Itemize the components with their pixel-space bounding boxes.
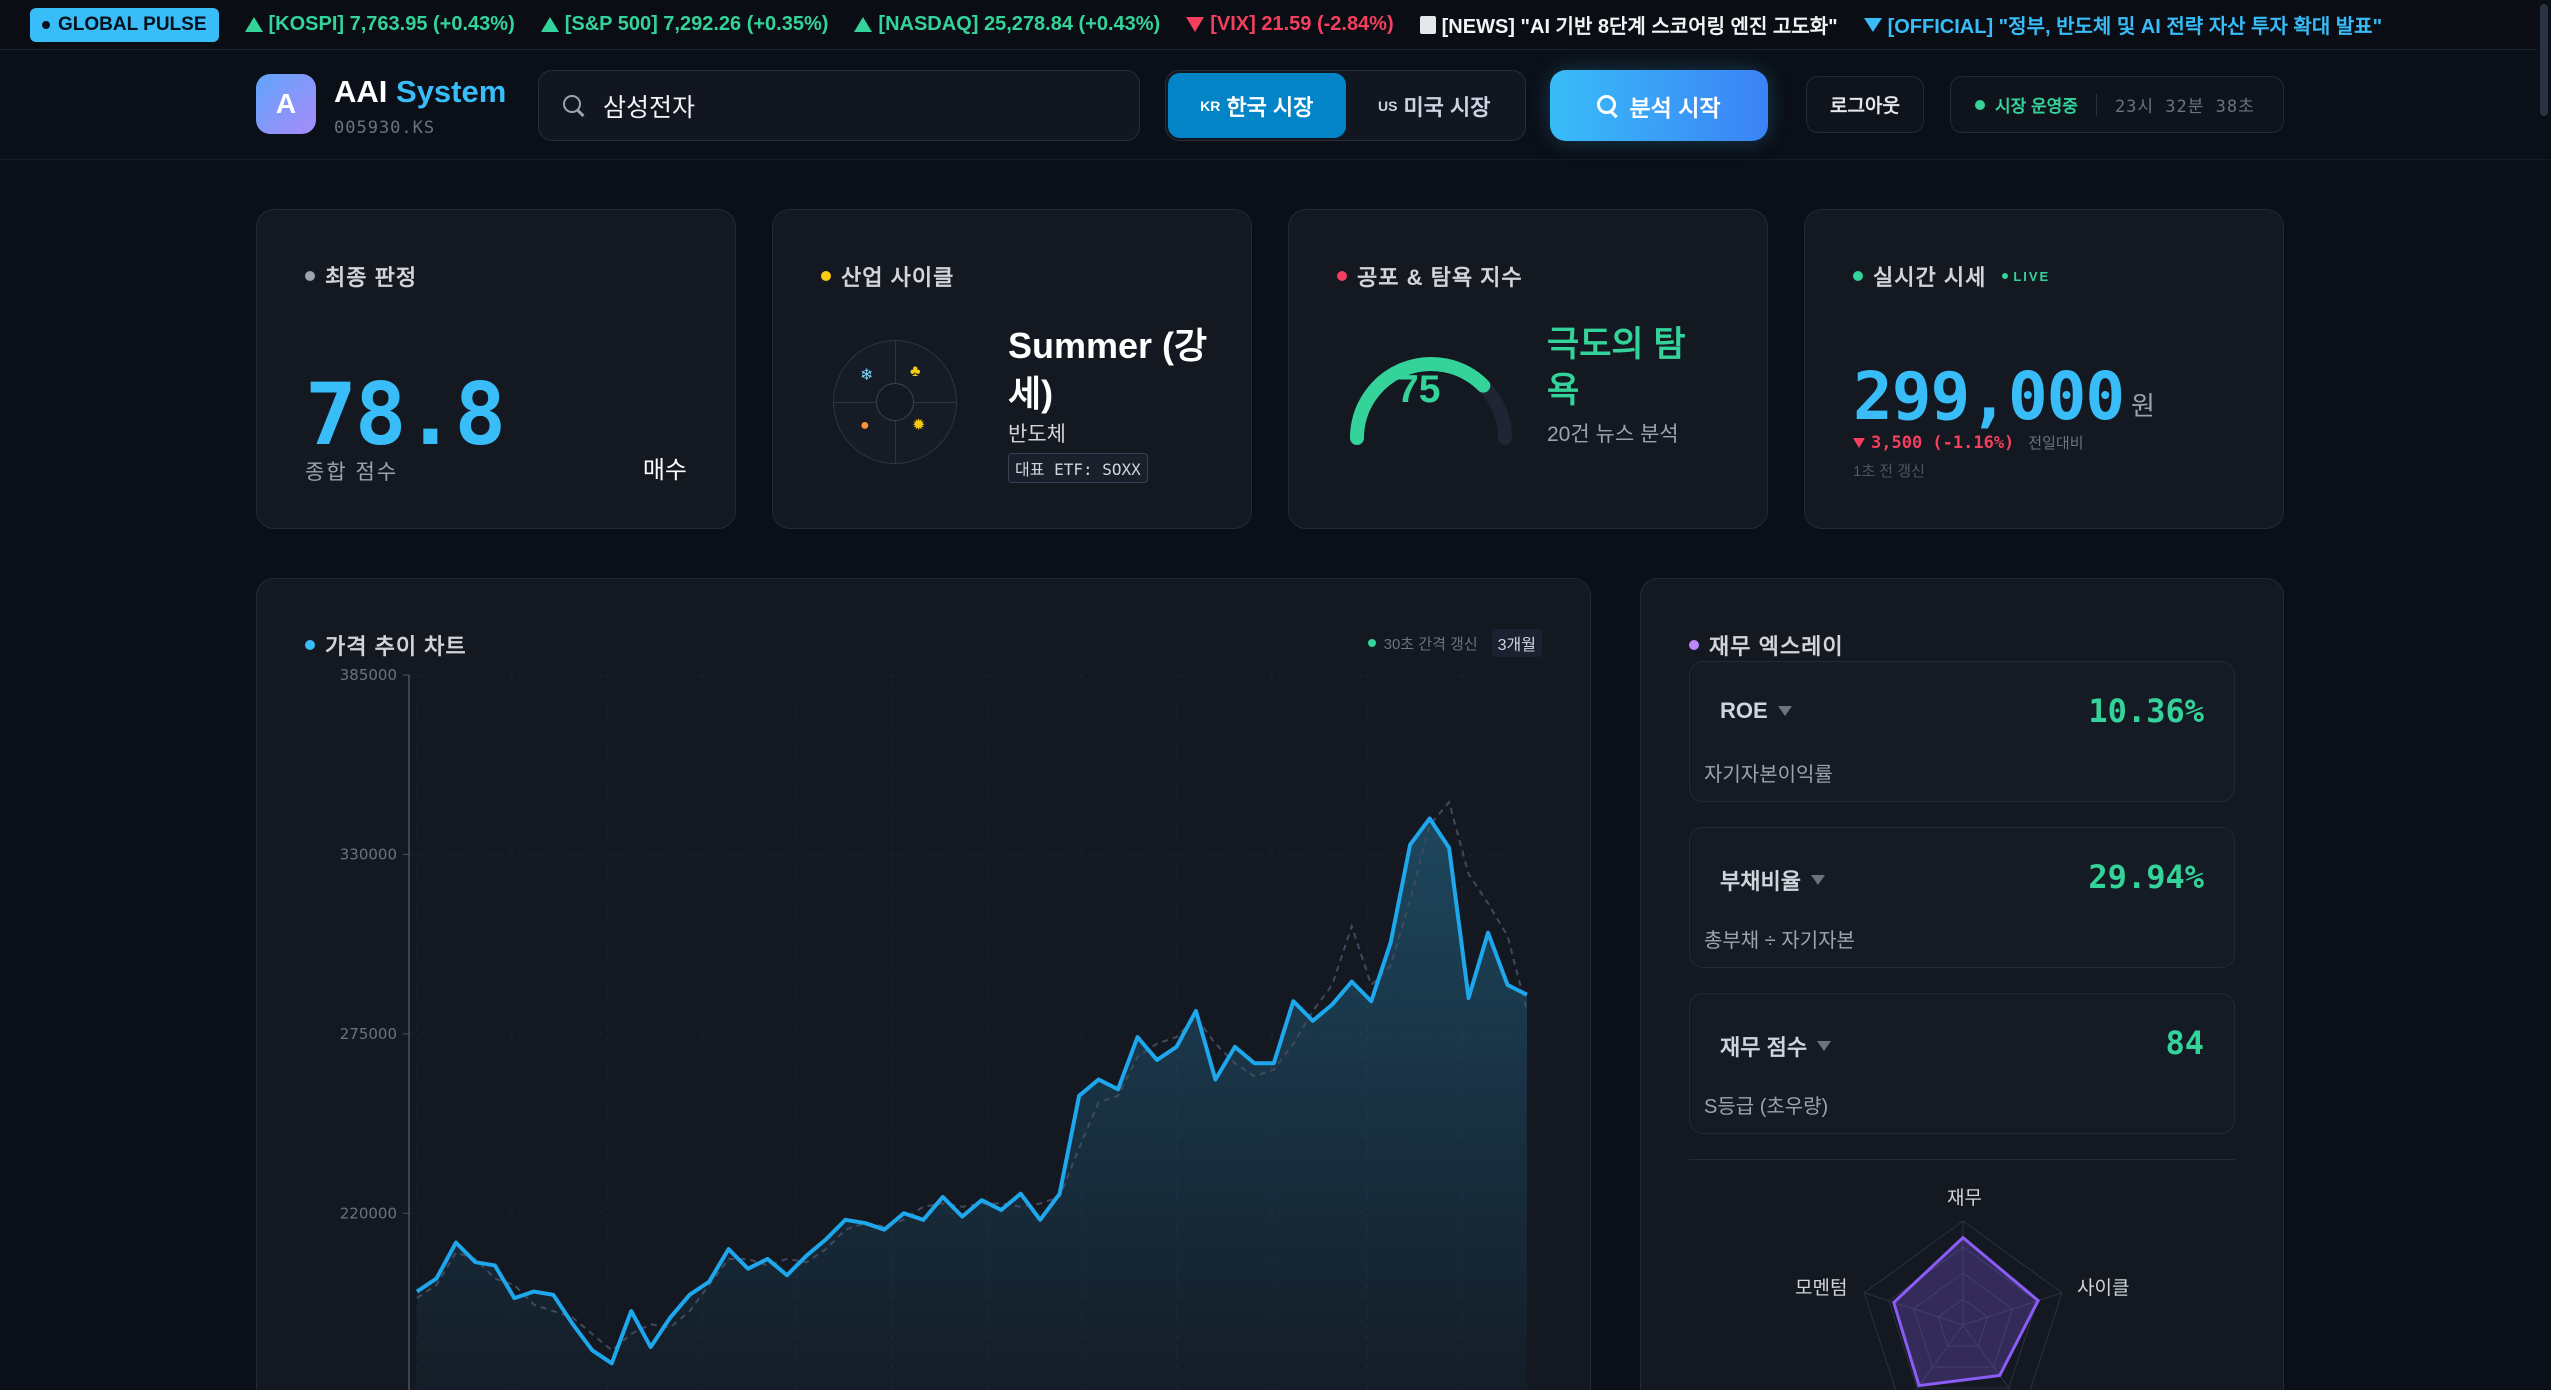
ticker-item[interactable]: [VIX] 21.59 (-2.84%) xyxy=(1186,13,1394,36)
ticker-item[interactable]: [NASDAQ] 25,278.84 (+0.43%) xyxy=(854,13,1160,36)
ticker-code: 005930.KS xyxy=(334,118,436,138)
ticker-item[interactable]: [S&P 500] 7,292.26 (+0.35%) xyxy=(540,13,828,36)
market-kr-button[interactable]: KR 한국 시장 xyxy=(1168,73,1346,138)
final-verdict-card: 최종 판정 78.8 종합 점수 매수 xyxy=(256,209,736,529)
sun-icon: ✹ xyxy=(912,417,926,434)
price-unit: 원 xyxy=(2131,391,2155,421)
title-dot-icon xyxy=(1853,271,1863,281)
search-input[interactable] xyxy=(603,91,1123,120)
pulse-dot-icon xyxy=(42,20,50,29)
leaf-icon: ● xyxy=(860,417,870,434)
card-title: 산업 사이클 xyxy=(821,260,954,292)
current-price: 299,000 xyxy=(1853,358,2125,435)
ticker-item[interactable]: [OFFICIAL] "정부, 반도체 및 AI 전략 자산 투자 확대 발표" xyxy=(1863,10,2382,39)
verdict-label: 매수 xyxy=(642,457,687,484)
title-dot-icon xyxy=(821,271,831,281)
price-change: 3,500 (-1.16%) 전일대비 xyxy=(1853,432,2084,453)
ticker-item[interactable]: [NEWS] "AI 기반 8단계 스코어링 엔진 고도화" xyxy=(1419,10,1838,39)
radar-chart xyxy=(1863,1220,2063,1390)
live-dot-icon xyxy=(2002,273,2009,279)
diamond-icon xyxy=(1863,17,1882,32)
fear-greed-label: 극도의 탐욕 xyxy=(1547,325,1686,410)
global-pulse-badge: GLOBAL PULSE xyxy=(30,7,219,42)
card-title: 최종 판정 xyxy=(305,260,417,292)
search-icon xyxy=(563,94,585,117)
y-tick-label: 275000 xyxy=(340,1025,397,1043)
market-status-label: 시장 운영중 xyxy=(1995,97,2078,116)
up-arrow-icon xyxy=(854,17,873,32)
fear-greed-value: 75 xyxy=(1397,368,1441,411)
y-tick-label: 220000 xyxy=(340,1204,397,1222)
cycle-name: Summer (강세) xyxy=(1008,325,1208,414)
brand-name: AAI System xyxy=(334,74,507,109)
up-arrow-icon xyxy=(244,17,263,32)
cycle-etf-badge: 대표 ETF: SOXX xyxy=(1008,453,1148,483)
fear-greed-sub: 20건 뉴스 분석 xyxy=(1547,423,1679,446)
radar-label-cycle: 사이클 xyxy=(2077,1278,2130,1299)
page-scrollbar[interactable] xyxy=(2537,0,2551,1390)
analyze-button[interactable]: 분석 시작 xyxy=(1550,70,1768,141)
market-us-button[interactable]: US 미국 시장 xyxy=(1346,73,1524,138)
kr-flag-icon: KR xyxy=(1200,97,1221,114)
snowflake-icon: ❄ xyxy=(860,367,874,384)
down-arrow-icon xyxy=(1853,437,1865,448)
title-dot-icon xyxy=(1337,271,1347,281)
y-tick-label: 330000 xyxy=(340,845,397,863)
card-title: 공포 & 탐욕 지수 xyxy=(1337,260,1523,292)
title-dot-icon xyxy=(305,271,315,281)
newspaper-icon xyxy=(1419,15,1436,34)
logo-letter: A xyxy=(275,88,297,119)
radar-label-momentum: 모멘텀 xyxy=(1795,1278,1848,1299)
cycle-wheel: ❄ ♣ ● ✹ xyxy=(833,340,957,464)
global-ticker: GLOBAL PULSE [KOSPI] 7,763.95 (+0.43%) [… xyxy=(0,0,2551,50)
last-updated: 1초 전 갱신 xyxy=(1853,463,1925,480)
clock: 23시 32분 38초 xyxy=(2114,97,2255,117)
divider xyxy=(2095,93,2097,116)
down-arrow-icon xyxy=(1186,17,1205,32)
logout-button[interactable]: 로그아웃 xyxy=(1806,76,1924,133)
realtime-price-card: 실시간 시세 LIVE 299,000 원 3,500 (-1.16%) 전일대… xyxy=(1804,209,2284,529)
price-chart-card: 가격 추이 차트 30초 간격 갱신 3개월 385000 330000 27500… xyxy=(256,578,1591,1390)
ticker-item[interactable]: [KOSPI] 7,763.95 (+0.43%) xyxy=(244,13,515,36)
price-line-chart[interactable]: 385000 330000 275000 220000 xyxy=(257,579,1591,1390)
market-status: 시장 운영중 23시 32분 38초 xyxy=(1950,76,2284,133)
status-dot-icon xyxy=(1975,99,1985,110)
up-arrow-icon xyxy=(540,17,559,32)
total-score: 78.8 xyxy=(305,365,506,465)
total-score-label: 종합 점수 xyxy=(305,461,399,484)
pulse-badge-label: GLOBAL PULSE xyxy=(58,13,207,35)
stock-search[interactable] xyxy=(538,70,1140,141)
price-area xyxy=(417,818,1527,1390)
financial-xray-card: 재무 엑스레이 ROE 10.36% 자기자본이익률 부채비율 29.94% 총… xyxy=(1640,578,2284,1390)
fear-greed-card: 공포 & 탐욕 지수 75 극도의 탐욕 20건 뉴스 분석 xyxy=(1288,209,1768,529)
y-tick-label: 385000 xyxy=(340,666,397,684)
radar-label-finance: 재무 xyxy=(1947,1188,1982,1209)
us-flag-icon: US xyxy=(1377,97,1398,114)
card-title: 실시간 시세 LIVE xyxy=(1853,260,2050,292)
magnifier-icon xyxy=(1597,94,1619,117)
app-header: A AAI System 005930.KS KR한국 시장 US미국 시장 분… xyxy=(0,50,2551,160)
industry-cycle-card: 산업 사이클 ❄ ♣ ● ✹ Summer (강세) 반도체 대표 ETF: S… xyxy=(772,209,1252,529)
cycle-sector: 반도체 xyxy=(1008,423,1066,446)
app-logo[interactable]: A xyxy=(256,74,316,134)
live-badge: LIVE xyxy=(2002,269,2050,284)
market-toggle: KR 한국 시장 US 미국 시장 xyxy=(1165,70,1526,141)
sprout-icon: ♣ xyxy=(910,363,921,380)
